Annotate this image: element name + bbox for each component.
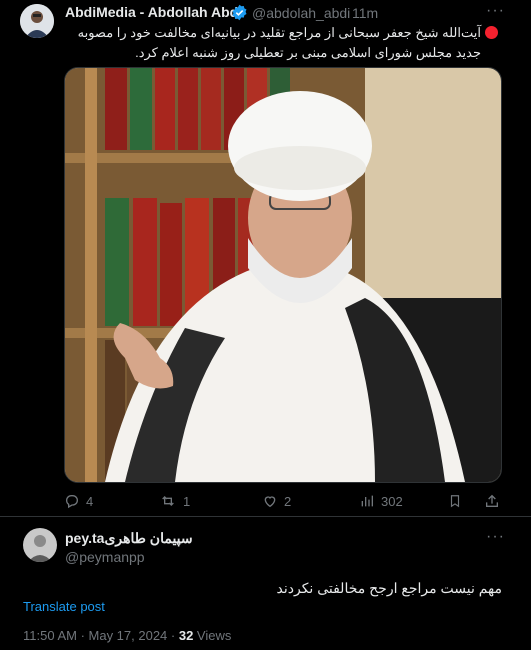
reply-author-avatar[interactable] (23, 528, 57, 562)
reply-icon (66, 495, 78, 509)
reply-views-count: 32 (178, 628, 194, 643)
reply-text: مهم نیست مراجع ارجح مخالفتی نکردند (276, 580, 502, 596)
reply-author-handle[interactable]: @peymanpp (65, 549, 145, 565)
reply-timestamp[interactable]: 11:50 AM · May 17, 2024 · (23, 628, 179, 643)
views-count: 302 (381, 493, 403, 509)
bookmark-button[interactable] (448, 493, 462, 514)
verified-badge-icon (231, 4, 248, 21)
time-separator: · (343, 5, 348, 21)
live-dot-icon (485, 26, 498, 39)
views-action[interactable]: 302 (359, 493, 403, 509)
post-time[interactable]: 11m (352, 5, 378, 21)
analytics-icon (361, 495, 373, 507)
author-avatar[interactable] (20, 4, 54, 38)
post-image[interactable] (64, 67, 502, 483)
bookmark-icon (450, 495, 460, 508)
like-count: 2 (284, 493, 292, 509)
reply-author-name[interactable]: pey.taسپیمان طاهری (65, 530, 193, 547)
author-handle[interactable]: @abdolah_abdi (252, 5, 350, 21)
translate-post-link[interactable]: Translate post (23, 599, 105, 614)
heart-icon (264, 496, 276, 508)
reply-action[interactable]: 4 (64, 493, 93, 509)
repost-icon (162, 496, 174, 506)
post-text: آیت‌الله شیخ جعفر سبحانی از مراجع تقلید … (77, 25, 481, 60)
reply-more-options-button[interactable]: ··· (486, 528, 505, 546)
share-icon (486, 494, 498, 507)
reply-views-label: Views (193, 628, 232, 643)
like-action[interactable]: 2 (262, 493, 291, 509)
share-button[interactable] (484, 493, 500, 514)
more-options-button[interactable]: ··· (486, 2, 505, 20)
author-name[interactable]: AbdiMedia - Abdollah Abdi (65, 4, 242, 20)
repost-count: 1 (183, 493, 191, 509)
divider (0, 516, 531, 517)
reply-count: 4 (86, 493, 94, 509)
repost-action[interactable]: 1 (159, 493, 190, 509)
reply-timestamp-line: 11:50 AM · May 17, 2024 · 32 Views (23, 628, 231, 643)
